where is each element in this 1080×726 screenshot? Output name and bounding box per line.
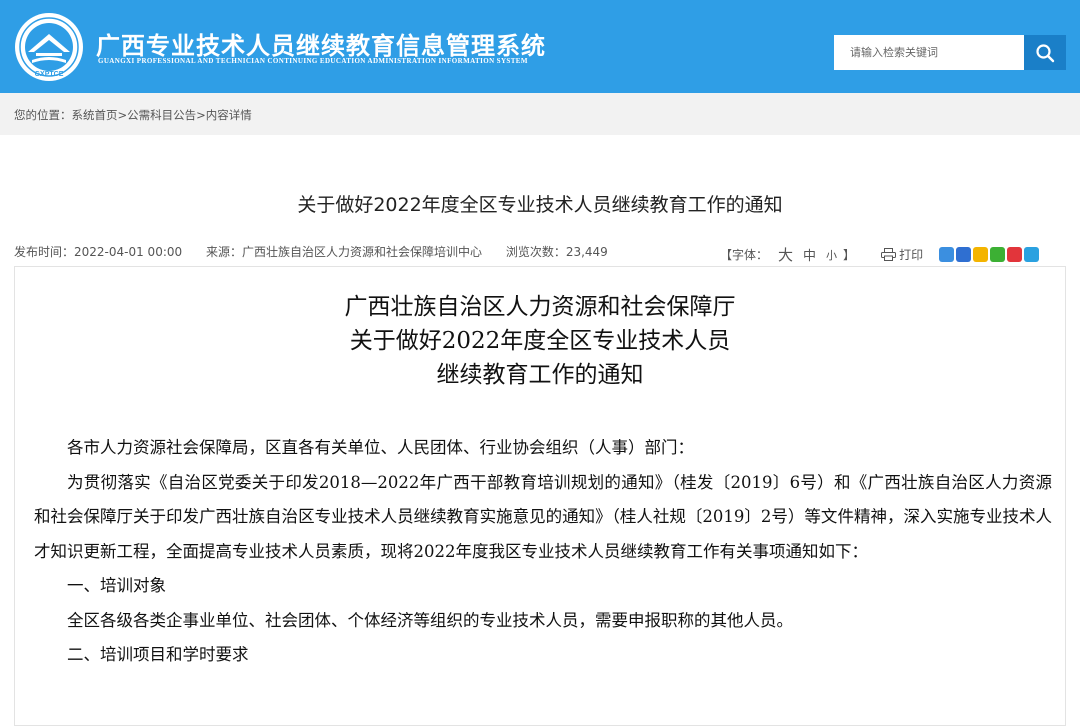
document-title-line: 继续教育工作的通知 — [436, 362, 644, 388]
article-meta: 发布时间：2022-04-01 00:00 来源：广西壮族自治区人力资源和社会保… — [14, 243, 628, 260]
share-bar — [939, 247, 1041, 262]
document-title-line: 关于做好2022年度全区专业技术人员 — [349, 328, 731, 354]
font-size-label: 【字体： — [720, 248, 769, 262]
section-heading: 二、培训项目和学时要求 — [67, 645, 249, 664]
printer-icon — [881, 248, 897, 261]
document-salutation: 各市人力资源社会保障局，区直各有关单位、人民团体、行业协会组织（人事）部门： — [67, 438, 694, 457]
font-size-medium-button[interactable]: 中 — [803, 245, 816, 264]
document-title-line: 广西壮族自治区人力资源和社会保障厅 — [344, 294, 736, 320]
document-paragraph: 全区各级各类企事业单位、社会团体、个体经济等组织的专业技术人员，需要申报职称的其… — [67, 610, 793, 630]
breadcrumb-home-link[interactable]: 系统首页 — [72, 108, 118, 122]
logo-text: GXPTCE — [35, 71, 64, 78]
share-weibo-icon[interactable] — [1007, 247, 1023, 262]
share-qzone-icon[interactable] — [973, 247, 989, 262]
font-size-small-button[interactable]: 小 — [826, 247, 837, 263]
font-size-large-button[interactable]: 大 — [778, 244, 793, 265]
share-wechat-icon[interactable] — [990, 247, 1006, 262]
print-button[interactable]: 打印 — [881, 246, 923, 263]
publish-time: 发布时间：2022-04-01 00:00 — [14, 245, 183, 259]
breadcrumb-current: 内容详情 — [205, 108, 252, 122]
breadcrumb-separator: > — [117, 108, 128, 122]
search-input[interactable] — [834, 35, 1024, 70]
site-title[interactable]: 广西专业技术人员继续教育信息管理系统 — [96, 26, 546, 61]
search-icon — [1036, 43, 1055, 62]
article-source: 来源：广西壮族自治区人力资源和社会保障培训中心 — [205, 245, 482, 259]
article-title: 关于做好2022年度全区专业技术人员继续教育工作的通知 — [297, 194, 783, 216]
share-more-icon[interactable] — [939, 247, 955, 262]
document-body: 各市人力资源社会保障局，区直各有关单位、人民团体、行业协会组织（人事）部门： 为… — [34, 431, 1052, 673]
search-button[interactable] — [1024, 35, 1066, 70]
share-tencent-weibo-icon[interactable] — [1024, 247, 1040, 262]
logo-emblem-icon[interactable]: GXPTCE — [14, 12, 84, 82]
document-paragraph: 为贯彻落实《自治区党委关于印发2018—2022年广西干部教育培训规划的通知》（… — [34, 472, 1052, 561]
breadcrumb-notice-link[interactable]: 公需科目公告 — [127, 108, 196, 122]
document-title: 广西壮族自治区人力资源和社会保障厅 关于做好2022年度全区专业技术人员 继续教… — [0, 290, 1080, 392]
breadcrumb-prefix: 您的位置： — [14, 108, 72, 122]
section-heading: 一、培训对象 — [67, 576, 166, 595]
print-label: 打印 — [899, 248, 924, 262]
font-size-close: 】 — [843, 248, 856, 262]
share-qq-icon[interactable] — [956, 247, 972, 262]
article-tools: 【字体： 大 中 小 】 打印 — [720, 244, 1041, 265]
breadcrumb: 您的位置：系统首页>公需科目公告>内容详情 — [14, 107, 252, 123]
breadcrumb-separator: > — [196, 108, 206, 122]
view-count: 浏览次数：23,449 — [505, 245, 608, 259]
site-subtitle: GUANGXI PROFESSIONAL AND TECHNICIAN CONT… — [98, 57, 528, 65]
